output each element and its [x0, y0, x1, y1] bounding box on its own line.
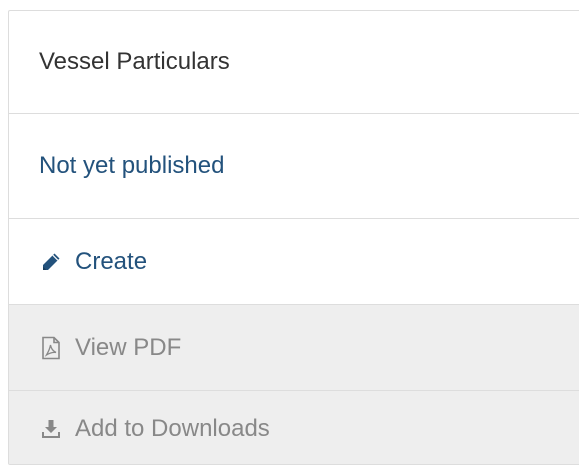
create-button[interactable]: Create: [9, 219, 579, 305]
download-icon: [39, 417, 63, 441]
publication-status: Not yet published: [9, 114, 579, 219]
add-to-downloads-button[interactable]: Add to Downloads: [9, 391, 579, 464]
panel-heading: Vessel Particulars: [9, 11, 579, 114]
add-to-downloads-label: Add to Downloads: [75, 414, 270, 442]
vessel-particulars-panel: Vessel Particulars Not yet published Cre…: [8, 10, 579, 465]
view-pdf-label: View PDF: [75, 333, 182, 361]
panel-title: Vessel Particulars: [39, 48, 230, 75]
pencil-icon: [39, 250, 63, 274]
pdf-file-icon: [39, 336, 63, 360]
view-pdf-button[interactable]: View PDF: [9, 305, 579, 391]
create-label: Create: [75, 247, 148, 275]
status-text: Not yet published: [39, 152, 225, 179]
